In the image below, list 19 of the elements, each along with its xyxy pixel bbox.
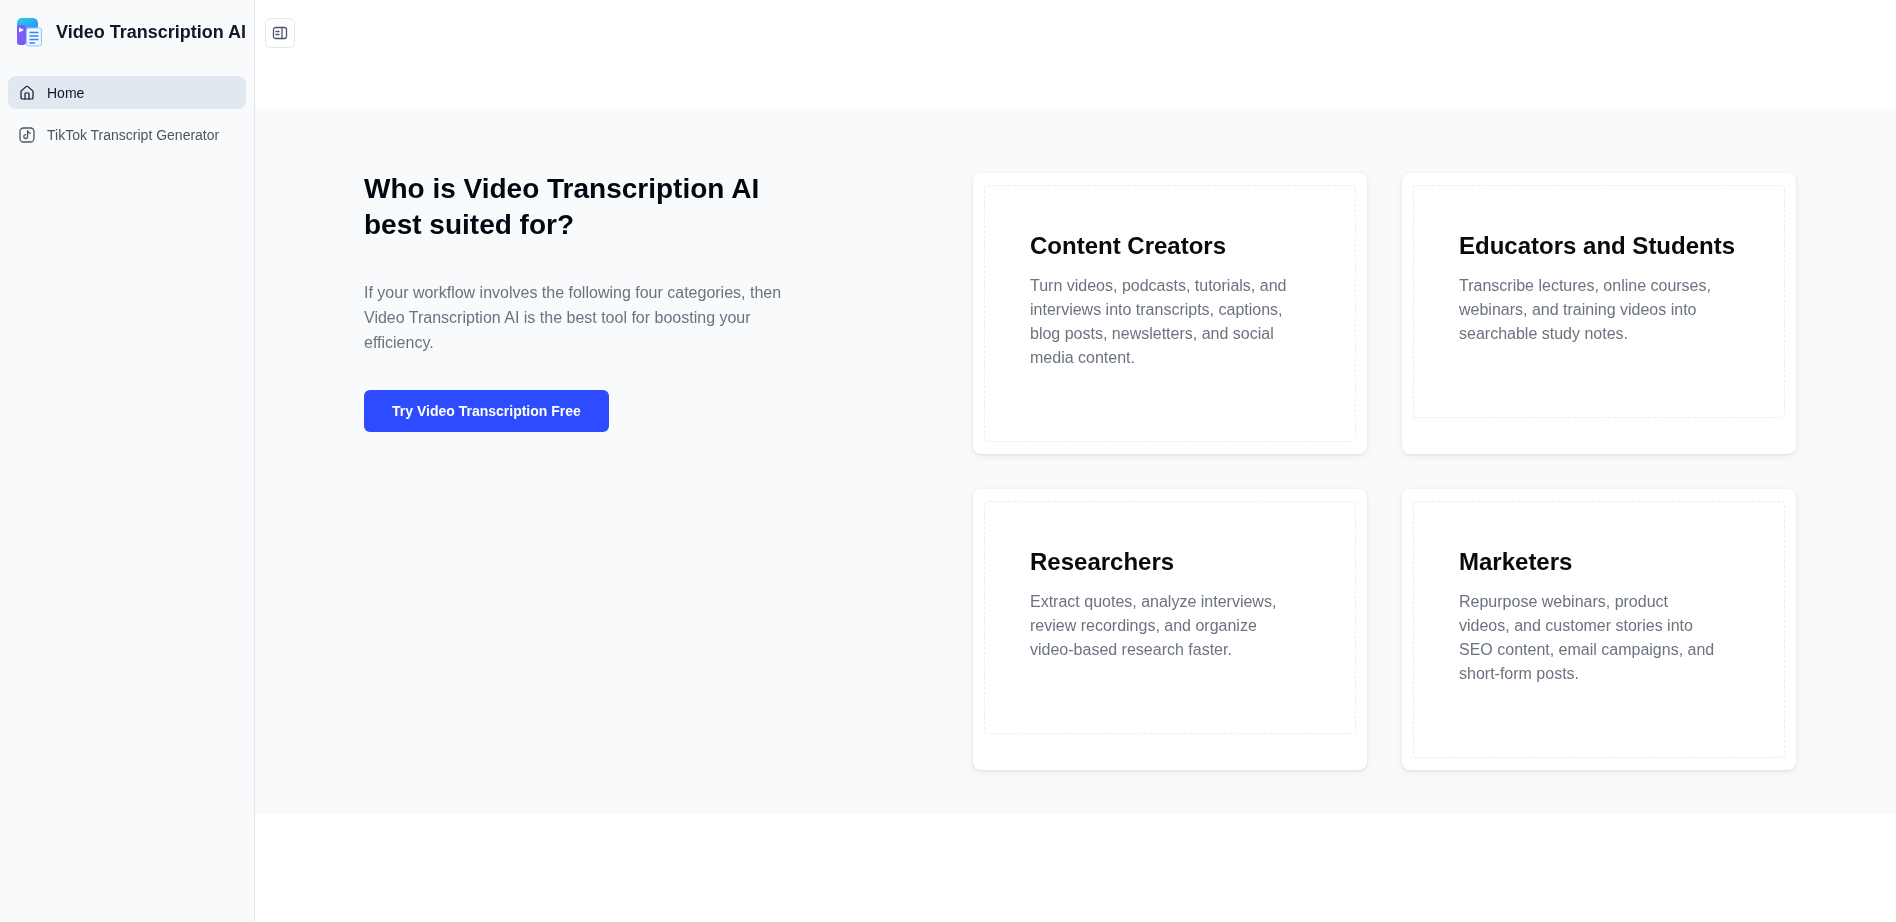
try-free-button[interactable]: Try Video Transcription Free (364, 390, 609, 432)
card-text: Repurpose webinars, product videos, and customer stories into SEO content, email campaigns, and short-form posts. (1459, 592, 1716, 684)
music-note-icon (19, 126, 35, 143)
nav-item[interactable]: Home (8, 76, 246, 109)
card-title: Marketers (1459, 547, 1574, 577)
sidebar-panel-icon (272, 25, 288, 41)
card-title: Content Creators (1030, 231, 1228, 261)
nav-item[interactable]: TikTok Transcript Generator (8, 118, 246, 151)
card-text: Turn videos, podcasts, tutorials, and interviews into transcripts, captions, blog posts, newsletters, and social media content. (1030, 276, 1288, 368)
card-title: Educators and Students (1459, 231, 1737, 261)
section-description: If your workflow involves the following four categories, then Video Transcription AI is the best tool for boosting your efficiency. (364, 283, 783, 353)
card-text: Extract quotes, analyze interviews, review recordings, and organize video-based research faster. (1030, 592, 1278, 660)
card-title: Researchers (1030, 547, 1176, 577)
logo-icon (14, 17, 44, 47)
section-heading: Who is Video Transcription AI best suited for? (364, 172, 761, 242)
card-text: Transcribe lectures, online courses, webinars, and training videos into searchable study notes. (1459, 276, 1712, 344)
app-title: Video Transcription AI (55, 21, 246, 43)
sidebar-toggle-button[interactable] (265, 18, 295, 48)
home-icon (19, 84, 35, 101)
